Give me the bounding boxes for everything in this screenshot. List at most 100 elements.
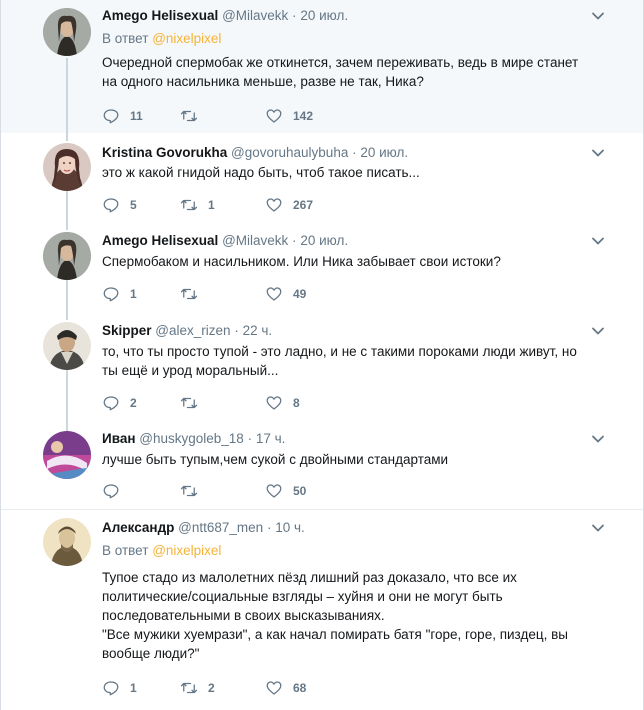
timestamp[interactable]: 17 ч. [256, 431, 286, 446]
like-button[interactable]: 50 [265, 481, 306, 501]
like-button[interactable]: 267 [265, 195, 313, 215]
author-name[interactable]: Amego Helisexual [102, 8, 218, 23]
reply-icon [103, 484, 119, 499]
avatar[interactable] [43, 431, 91, 479]
tweet-text: лучше быть тупым,чем сукой с двойными ст… [102, 450, 622, 469]
tweet-text-line: ты ещё и урод моральный... [102, 363, 279, 378]
thread-connector [66, 370, 68, 425]
tweet-text-line: Спермобаком и насильником. Или Ника забы… [102, 254, 501, 269]
like-count: 267 [293, 198, 314, 212]
like-count: 8 [293, 396, 300, 410]
avatar[interactable] [43, 518, 91, 566]
thread-connector [66, 58, 68, 133]
tweet-header: Amego Helisexual @Milavekk · 20 июл. [102, 7, 603, 25]
author-handle[interactable]: @Milavekk [222, 8, 288, 23]
retweet-button[interactable] [180, 106, 208, 126]
chevron-down-icon[interactable] [591, 324, 605, 338]
retweet-button[interactable]: 2 [180, 678, 215, 698]
chevron-down-icon[interactable] [591, 9, 605, 23]
reply-prefix: В ответ [102, 543, 149, 558]
thread-connector [66, 222, 68, 230]
like-button[interactable]: 49 [265, 284, 306, 304]
chevron-down-icon[interactable] [591, 146, 605, 160]
like-count: 49 [293, 287, 307, 301]
retweet-button[interactable]: 1 [180, 195, 215, 215]
reply-mention-link[interactable]: @nixelpixel [152, 543, 221, 558]
separator-dot: · [266, 520, 272, 535]
tweet-header: Kristina Govorukha @govoruhaulybuha · 20… [102, 144, 603, 162]
tweet-text-line: политические/социальные взгляды – хуйня … [102, 589, 503, 604]
avatar[interactable] [43, 232, 91, 280]
avatar[interactable] [43, 8, 91, 56]
chevron-down-icon[interactable] [591, 521, 605, 535]
reply-count: 2 [130, 396, 137, 410]
timestamp[interactable]: 20 июл. [300, 233, 348, 248]
like-button[interactable]: 8 [265, 393, 300, 413]
retweet-button[interactable] [180, 393, 208, 413]
thread-connector [66, 280, 68, 312]
reply-button[interactable] [102, 481, 130, 501]
reply-context: В ответ @nixelpixel [102, 542, 221, 560]
author-name[interactable]: Александр [102, 520, 174, 535]
tweet-text-line: последовательными в своих высказываниях. [102, 608, 385, 623]
thread-connector [66, 312, 68, 320]
retweet-icon [180, 485, 198, 497]
author-handle[interactable]: @govoruhaulybuha [231, 145, 348, 160]
author-name[interactable]: Иван [102, 431, 136, 446]
tweet-1[interactable]: Kristina Govorukha @govoruhaulybuha · 20… [1, 133, 643, 222]
reply-count: 5 [130, 198, 137, 212]
separator-dot: · [292, 233, 297, 248]
tweet-text: Тупое стадо из малолетних пёзд лишний ра… [102, 568, 622, 663]
timestamp[interactable]: 20 июл. [300, 8, 348, 23]
retweet-icon [180, 397, 198, 409]
reply-context: В ответ @nixelpixel [102, 30, 221, 48]
author-handle[interactable]: @alex_rizen [155, 323, 230, 338]
reply-button[interactable]: 1 [102, 678, 137, 698]
tweet-text-line: Тупое стадо из малолетних пёзд лишний ра… [102, 570, 517, 585]
timestamp[interactable]: 20 июл. [360, 145, 408, 160]
reply-count: 1 [130, 681, 137, 695]
retweet-button[interactable] [180, 481, 208, 501]
tweet-header: Иван @huskygoleb_18 · 17 ч. [102, 430, 603, 448]
tweet-text-line: это ж какой гнидой надо быть, чтоб такое… [102, 165, 420, 180]
avatar[interactable] [43, 322, 91, 370]
tweet-text-line: на одного насильника меньше, разве не та… [102, 74, 424, 89]
reply-button[interactable]: 11 [102, 106, 143, 126]
like-count: 50 [293, 484, 307, 498]
retweet-count: 2 [208, 681, 215, 695]
author-handle[interactable]: @Milavekk [222, 233, 288, 248]
reply-mention-link[interactable]: @nixelpixel [152, 31, 221, 46]
tweet-3[interactable]: Skipper @alex_rizen · 22 ч. то, что ты п… [1, 312, 643, 425]
timestamp[interactable]: 10 ч. [275, 520, 305, 535]
reply-button[interactable]: 5 [102, 195, 137, 215]
like-button[interactable]: 142 [265, 106, 313, 126]
tweet-4[interactable]: Иван @huskygoleb_18 · 17 ч. лучше быть т… [1, 425, 643, 510]
timestamp[interactable]: 22 ч. [243, 323, 273, 338]
reply-icon [103, 198, 119, 213]
chevron-down-icon[interactable] [591, 432, 605, 446]
heart-icon [266, 681, 282, 695]
tweet-5[interactable]: Александр @ntt687_men · 10 ч. В ответ @n… [1, 511, 643, 710]
reply-button[interactable]: 2 [102, 393, 137, 413]
reply-icon [103, 109, 119, 124]
author-name[interactable]: Skipper [102, 323, 152, 338]
tweet-text-line: лучше быть тупым,чем сукой с двойными ст… [102, 452, 449, 467]
tweet-text: Спермобаком и насильником. Или Ника забы… [102, 252, 622, 271]
reply-prefix: В ответ [102, 31, 149, 46]
tweet-text-line: вообще люди?" [102, 646, 200, 661]
tweet-2[interactable]: Amego Helisexual @Milavekk · 20 июл. Спе… [1, 222, 643, 312]
tweet-text: то, что ты просто тупой - это ладно, и н… [102, 342, 622, 380]
author-name[interactable]: Kristina Govorukha [102, 145, 227, 160]
heart-icon [266, 287, 282, 301]
avatar[interactable] [43, 143, 91, 191]
author-handle[interactable]: @ntt687_men [178, 520, 263, 535]
author-name[interactable]: Amego Helisexual [102, 233, 218, 248]
tweet-0[interactable]: Amego Helisexual @Milavekk · 20 июл. В о… [1, 0, 643, 133]
retweet-button[interactable] [180, 284, 208, 304]
reply-count: 11 [130, 109, 143, 123]
like-button[interactable]: 68 [265, 678, 306, 698]
author-handle[interactable]: @huskygoleb_18 [139, 431, 244, 446]
retweet-count: 1 [208, 198, 215, 212]
reply-button[interactable]: 1 [102, 284, 137, 304]
chevron-down-icon[interactable] [591, 234, 605, 248]
